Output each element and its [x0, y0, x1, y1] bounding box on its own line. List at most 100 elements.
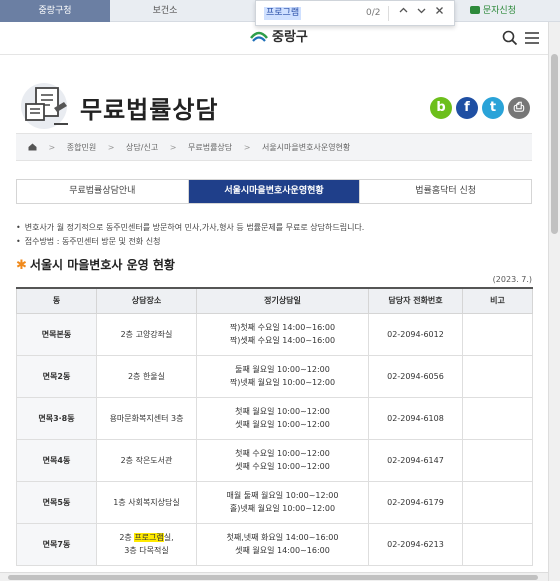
place-text: 2층 한울실: [127, 371, 166, 381]
place-cell: 용마문화복지센터 3층: [96, 396, 197, 440]
find-close-button[interactable]: [432, 6, 446, 21]
schedule-line: 첫째 수요일 10:00~12:00: [235, 449, 330, 458]
dong-cell: 면목5동: [16, 480, 97, 524]
schedule-line: 셋째 수요일 10:00~12:00: [235, 462, 330, 471]
table-row: 면목2동 2층 한울실 둘째 월요일 10:00~12:00 짝)넷째 월요일 1…: [16, 354, 533, 398]
table-row: 면목5동 1층 사회복지상담실 매월 둘째 월요일 10:00~12:00 홀)넷…: [16, 480, 533, 524]
horizontal-scroll-thumb[interactable]: [8, 575, 538, 580]
blog-icon: b: [436, 100, 446, 115]
schedule-line: 매월 둘째 월요일 10:00~12:00: [226, 491, 339, 500]
breadcrumb-separator-icon: >: [243, 143, 251, 152]
breadcrumb-current: 서울시마을변호사운영현황: [261, 143, 351, 152]
schedule-line: 첫째 월요일 10:00~12:00: [235, 407, 330, 416]
tab-legal-home-doctor[interactable]: 법률홈닥터 신청: [360, 180, 531, 203]
phone-cell: 02-2094-6056: [368, 354, 463, 398]
breadcrumb-item[interactable]: 종합민원: [67, 143, 96, 152]
twitter-share-button[interactable]: t: [482, 97, 504, 119]
chevron-up-icon: [399, 7, 407, 13]
column-header: 정기상담일: [196, 287, 369, 314]
place-text: 3층 다목적실: [124, 546, 169, 555]
find-next-button[interactable]: [414, 6, 428, 21]
table-row: 면목7동 2층 프로그램실, 3층 다목적실 첫째,넷째 화요일 14:00~16…: [16, 522, 533, 566]
lawyer-schedule-table: 동 상담장소 정기상담일 담당자 전화번호 비고 면목본동 2층 고양강좌실 짝…: [16, 287, 533, 566]
schedule-line: 홀)넷째 월요일 10:00~12:00: [229, 504, 336, 513]
sms-request-link[interactable]: 문자신청: [469, 0, 516, 22]
place-cell: 2층 한울실: [96, 354, 197, 398]
section-title-text: 서울시 마을변호사 운영 현황: [29, 258, 175, 272]
tab-health-center[interactable]: 보건소: [110, 0, 220, 22]
breadcrumb-separator-icon: >: [169, 143, 177, 152]
dong-cell: 면목4동: [16, 438, 97, 482]
phone-cell: 02-2094-6179: [368, 480, 463, 524]
schedule-cell: 첫째 월요일 10:00~12:00 셋째 월요일 10:00~12:00: [196, 396, 369, 440]
vertical-scrollbar[interactable]: [548, 22, 560, 581]
schedule-line: 셋째 월요일 14:00~16:00: [235, 546, 330, 555]
find-previous-button[interactable]: [396, 6, 410, 21]
column-header: 담당자 전화번호: [368, 287, 463, 314]
schedule-line: 짝)첫째 수요일 14:00~16:00: [229, 323, 336, 332]
horizontal-scrollbar[interactable]: [0, 572, 548, 581]
legal-document-icon: [21, 83, 68, 129]
blog-share-button[interactable]: b: [430, 97, 452, 119]
twitter-icon: t: [489, 100, 497, 115]
table-header-row: 동 상담장소 정기상담일 담당자 전화번호 비고: [16, 287, 533, 314]
schedule-cell: 짝)첫째 수요일 14:00~16:00 짝)셋째 수요일 14:00~16:00: [196, 312, 369, 356]
find-input[interactable]: 프로그램: [264, 7, 302, 20]
note-cell: [462, 312, 533, 356]
schedule-cell: 첫째 수요일 10:00~12:00 셋째 수요일 10:00~12:00: [196, 438, 369, 482]
schedule-line: 짝)넷째 월요일 10:00~12:00: [229, 378, 336, 387]
logo-mark-icon: [250, 31, 268, 42]
note-cell: [462, 396, 533, 440]
table-row: 면목4동 2층 작은도서관 첫째 수요일 10:00~12:00 셋째 수요일 1…: [16, 438, 533, 482]
site-logo[interactable]: 중랑구: [250, 28, 308, 48]
schedule-line: 첫째,넷째 화요일 14:00~16:00: [226, 533, 339, 542]
column-header: 동: [16, 287, 97, 314]
schedule-cell: 첫째,넷째 화요일 14:00~16:00 셋째 월요일 14:00~16:00: [196, 522, 369, 566]
phone-cell: 02-2094-6213: [368, 522, 463, 566]
search-icon[interactable]: [502, 30, 518, 46]
column-header: 상담장소: [96, 287, 197, 314]
table-row: 면목본동 2층 고양강좌실 짝)첫째 수요일 14:00~16:00 짝)셋째 수…: [16, 312, 533, 356]
star-icon: ✱: [16, 258, 27, 273]
dong-cell: 면목본동: [16, 312, 97, 356]
note-cell: [462, 480, 533, 524]
breadcrumb: > 종합민원 > 상담/신고 > 무료법률상담 > 서울시마을변호사운영현황: [16, 133, 532, 161]
message-icon: [469, 6, 480, 14]
column-header: 비고: [462, 287, 533, 314]
menu-icon[interactable]: [524, 30, 540, 46]
tab-jungnang-gu-office[interactable]: 중랑구청: [0, 0, 110, 22]
find-divider: [388, 6, 389, 21]
schedule-cell: 매월 둘째 월요일 10:00~12:00 홀)넷째 월요일 10:00~12:0…: [196, 480, 369, 524]
breadcrumb-item[interactable]: 상담/신고: [126, 143, 158, 152]
bullet-item: 접수방법 : 동주민센터 방문 및 전화 신청: [16, 235, 364, 249]
dong-cell: 면목2동: [16, 354, 97, 398]
place-cell: 1층 사회복지상담실: [96, 480, 197, 524]
phone-cell: 02-2094-6147: [368, 438, 463, 482]
find-match-highlight: 프로그램: [134, 533, 164, 542]
tab-village-lawyer-status[interactable]: 서울시마을변호사운영현황: [188, 180, 361, 203]
section-title: ✱ 서울시 마을변호사 운영 현황: [16, 256, 175, 273]
schedule-line: 짝)셋째 수요일 14:00~16:00: [229, 336, 336, 345]
print-icon: ⎙: [513, 100, 525, 115]
place-text: 2층 고양강좌실: [120, 329, 173, 339]
content-tabs: 무료법률상담안내 서울시마을변호사운영현황 법률홈닥터 신청: [16, 179, 532, 204]
bullet-item: 변호사가 월 정기적으로 동주민센터를 방문하여 민사,가사,형사 등 법률문제…: [16, 221, 365, 235]
sms-label: 문자신청: [482, 6, 516, 16]
chevron-down-icon: [417, 8, 425, 14]
tab-free-legal-counsel-guide[interactable]: 무료법률상담안내: [17, 180, 189, 203]
close-icon: [435, 7, 443, 14]
note-cell: [462, 522, 533, 566]
print-button[interactable]: ⎙: [508, 97, 530, 119]
breadcrumb-item[interactable]: 무료법률상담: [188, 143, 232, 152]
note-cell: [462, 354, 533, 398]
page-title: 무료법률상담: [80, 96, 219, 124]
place-cell: 2층 작은도서관: [96, 438, 197, 482]
facebook-share-button[interactable]: f: [456, 97, 478, 119]
vertical-scroll-thumb[interactable]: [551, 54, 558, 234]
phone-cell: 02-2094-6108: [368, 396, 463, 440]
table-row: 면목3·8동 용마문화복지센터 3층 첫째 월요일 10:00~12:00 셋째 …: [16, 396, 533, 440]
home-icon[interactable]: [28, 143, 37, 151]
place-cell: 2층 프로그램실, 3층 다목적실: [96, 522, 197, 566]
as-of-date: (2023. 7.): [492, 275, 532, 284]
header-divider: [0, 54, 560, 55]
